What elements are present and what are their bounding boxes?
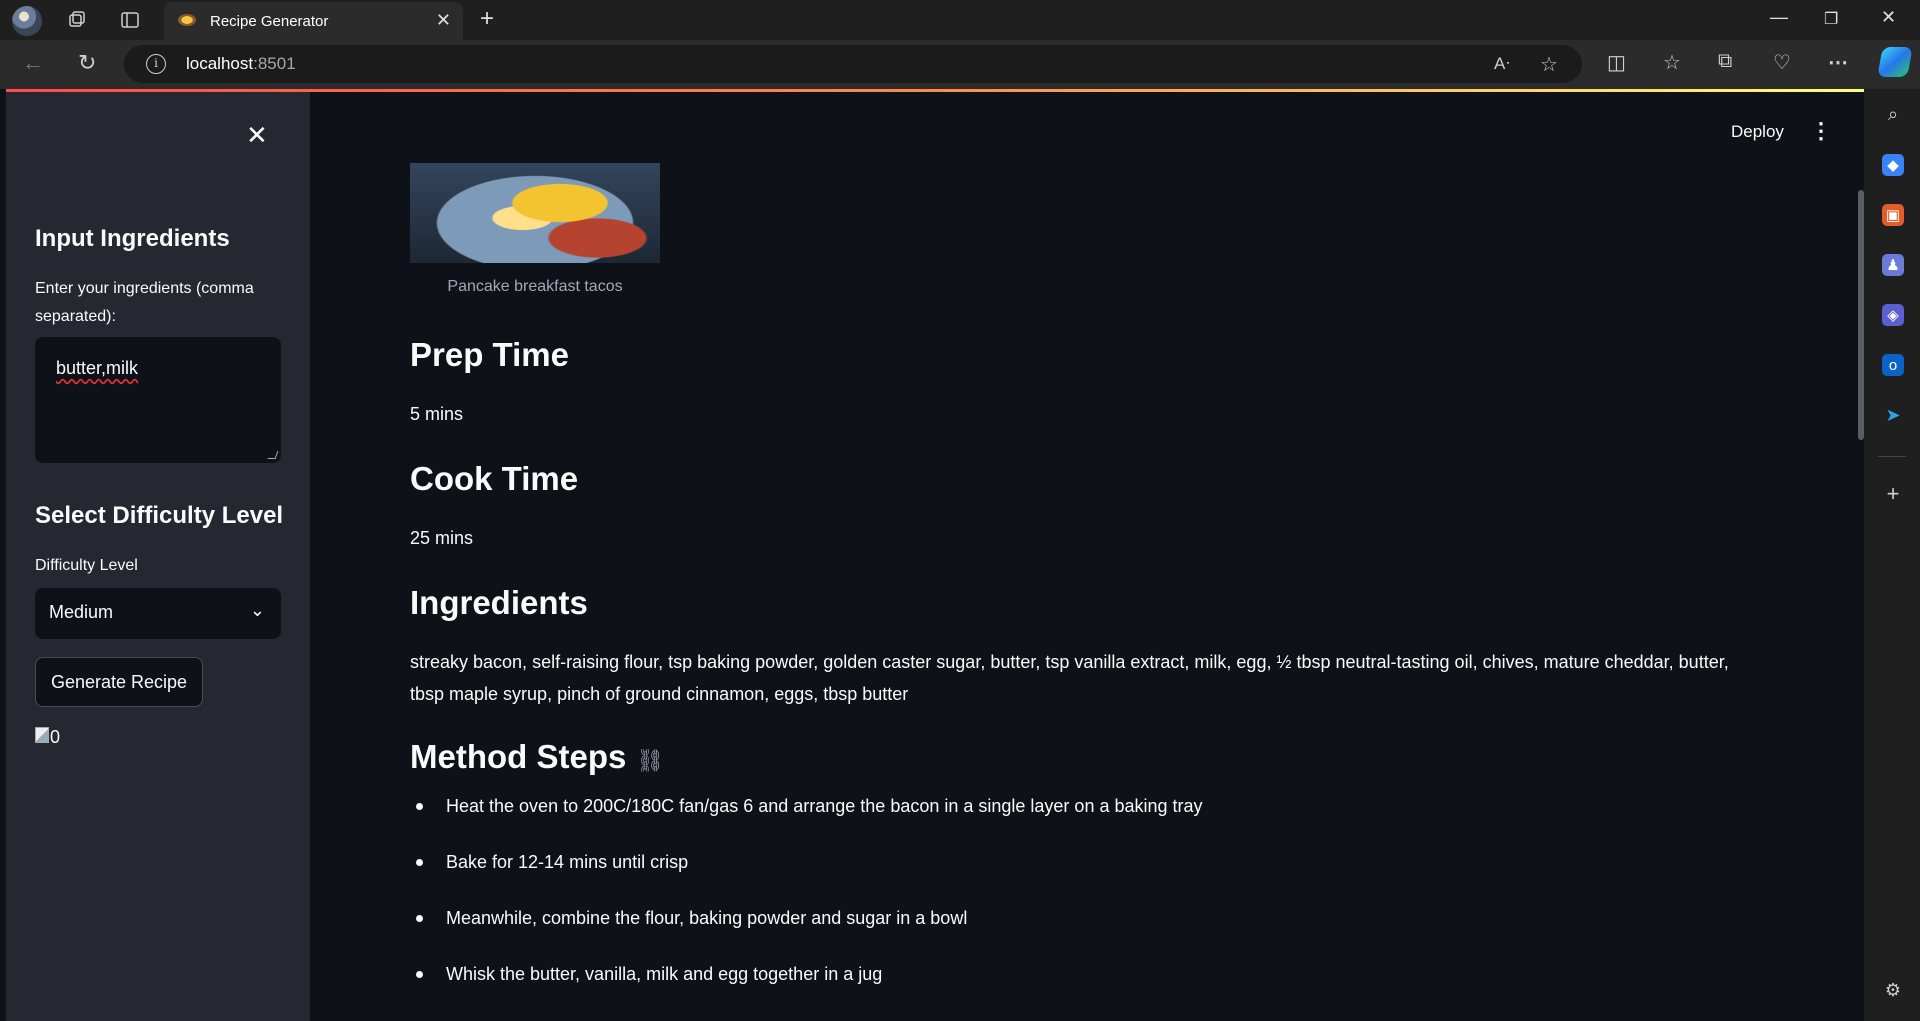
tab-title: Recipe Generator (210, 13, 329, 30)
cook-time-value: 25 mins (410, 528, 474, 548)
method-step: Whisk the butter, vanilla, milk and egg … (410, 962, 1740, 1018)
ingredients-input-label: Enter your ingredients (comma separated)… (35, 280, 254, 325)
favorite-star-icon[interactable]: ☆ (1540, 52, 1558, 77)
outlook-icon[interactable]: o (1882, 354, 1904, 376)
add-icon[interactable]: + (1882, 481, 1904, 506)
address-bar[interactable]: i localhost:8501 Aᐧ ☆ (124, 45, 1582, 83)
resize-handle-icon[interactable] (267, 451, 279, 459)
edge-sidebar-divider (1878, 456, 1906, 457)
vertical-tabs-icon[interactable] (119, 9, 141, 31)
settings-gear-icon[interactable]: ⚙ (1882, 979, 1904, 1001)
workspaces-icon[interactable] (66, 9, 88, 31)
method-steps-heading: Method Steps ⛓ (410, 738, 664, 776)
ingredients-input-heading: Input Ingredients (35, 225, 230, 252)
main-content: Deploy ⋮ Pancake breakfast tacos Prep Ti… (310, 92, 1864, 1021)
difficulty-label: Difficulty Level (35, 557, 138, 574)
split-screen-icon[interactable]: ◫ (1607, 50, 1626, 75)
edge-sidebar: ⌕ ◆ ▣ ♟ ◈ o ➤ + ⚙ (1864, 89, 1920, 1021)
prep-time-heading: Prep Time (410, 336, 569, 373)
main-menu-icon[interactable]: ⋮ (1810, 118, 1832, 144)
difficulty-select-value: Medium (49, 602, 114, 622)
cook-time-heading: Cook Time (410, 460, 579, 497)
restore-icon[interactable]: ❐ (1824, 9, 1838, 29)
deploy-button[interactable]: Deploy (1731, 122, 1784, 142)
recipe-image (410, 163, 660, 263)
browser-tab-active[interactable]: Recipe Generator ✕ (164, 2, 463, 40)
search-icon[interactable]: ⌕ (1882, 103, 1904, 125)
anchor-link-icon[interactable]: ⛓ (636, 748, 664, 773)
more-menu-icon[interactable]: ⋯ (1828, 50, 1848, 75)
back-icon[interactable]: ← (22, 50, 44, 76)
ingredients-heading: Ingredients (410, 584, 588, 621)
method-steps-list: Heat the oven to 200C/180C fan/gas 6 and… (410, 794, 1740, 1018)
ingredients-textarea[interactable]: butter,milk (35, 337, 281, 463)
method-step: Meanwhile, combine the flour, baking pow… (410, 906, 1740, 962)
read-aloud-icon[interactable]: Aᐧ (1494, 54, 1510, 74)
site-info-icon[interactable]: i (146, 54, 166, 74)
browser-titlebar: Recipe Generator ✕ + — ❐ ✕ (0, 0, 1920, 40)
refresh-icon[interactable]: ↻ (78, 50, 96, 76)
difficulty-select[interactable]: Medium ⌄ (35, 588, 281, 639)
method-step: Bake for 12-14 mins until crisp (410, 850, 1740, 906)
tab-close-icon[interactable]: ✕ (436, 10, 451, 31)
prep-time-value: 5 mins (410, 404, 464, 424)
broken-image-icon (35, 727, 49, 743)
generate-recipe-button[interactable]: Generate Recipe (35, 657, 203, 707)
browser-toolbar: ← ↻ i localhost:8501 Aᐧ ☆ ◫ ☆ ⧉ ♡ ⋯ (0, 40, 1920, 89)
chevron-down-icon: ⌄ (249, 600, 265, 620)
ingredients-textarea-value: butter,milk (56, 358, 139, 378)
broken-image: 0 (35, 727, 60, 748)
broken-image-alt-text: 0 (50, 727, 61, 747)
ingredients-list-text: streaky bacon, self-raising flour, tsp b… (410, 652, 1729, 704)
send-icon[interactable]: ➤ (1882, 404, 1904, 426)
sidebar-close-icon[interactable]: ✕ (246, 120, 268, 151)
window-close-icon[interactable]: ✕ (1881, 7, 1896, 28)
method-step: Heat the oven to 200C/180C fan/gas 6 and… (410, 794, 1740, 850)
difficulty-heading: Select Difficulty Level (35, 502, 284, 529)
browser-essentials-icon[interactable]: ♡ (1773, 50, 1791, 75)
scrollbar-thumb[interactable] (1858, 190, 1864, 440)
url-text[interactable]: localhost:8501 (186, 54, 296, 74)
tools-briefcase-icon[interactable]: ▣ (1882, 204, 1904, 226)
microsoft365-icon[interactable]: ◈ (1882, 304, 1904, 326)
tab-favicon-icon (178, 14, 196, 26)
minimize-icon[interactable]: — (1770, 7, 1788, 28)
method-steps-heading-text: Method Steps (410, 738, 627, 775)
recipe-image-caption: Pancake breakfast tacos (447, 278, 623, 295)
new-tab-button[interactable]: + (480, 5, 494, 33)
app-sidebar: ✕ Input Ingredients Enter your ingredien… (6, 92, 310, 1021)
profile-avatar[interactable] (12, 6, 42, 36)
shopping-tag-icon[interactable]: ◆ (1882, 154, 1904, 176)
favorites-icon[interactable]: ☆ (1663, 50, 1681, 75)
games-icon[interactable]: ♟ (1882, 254, 1904, 276)
copilot-icon[interactable] (1877, 47, 1913, 77)
collections-icon[interactable]: ⧉ (1718, 50, 1732, 73)
